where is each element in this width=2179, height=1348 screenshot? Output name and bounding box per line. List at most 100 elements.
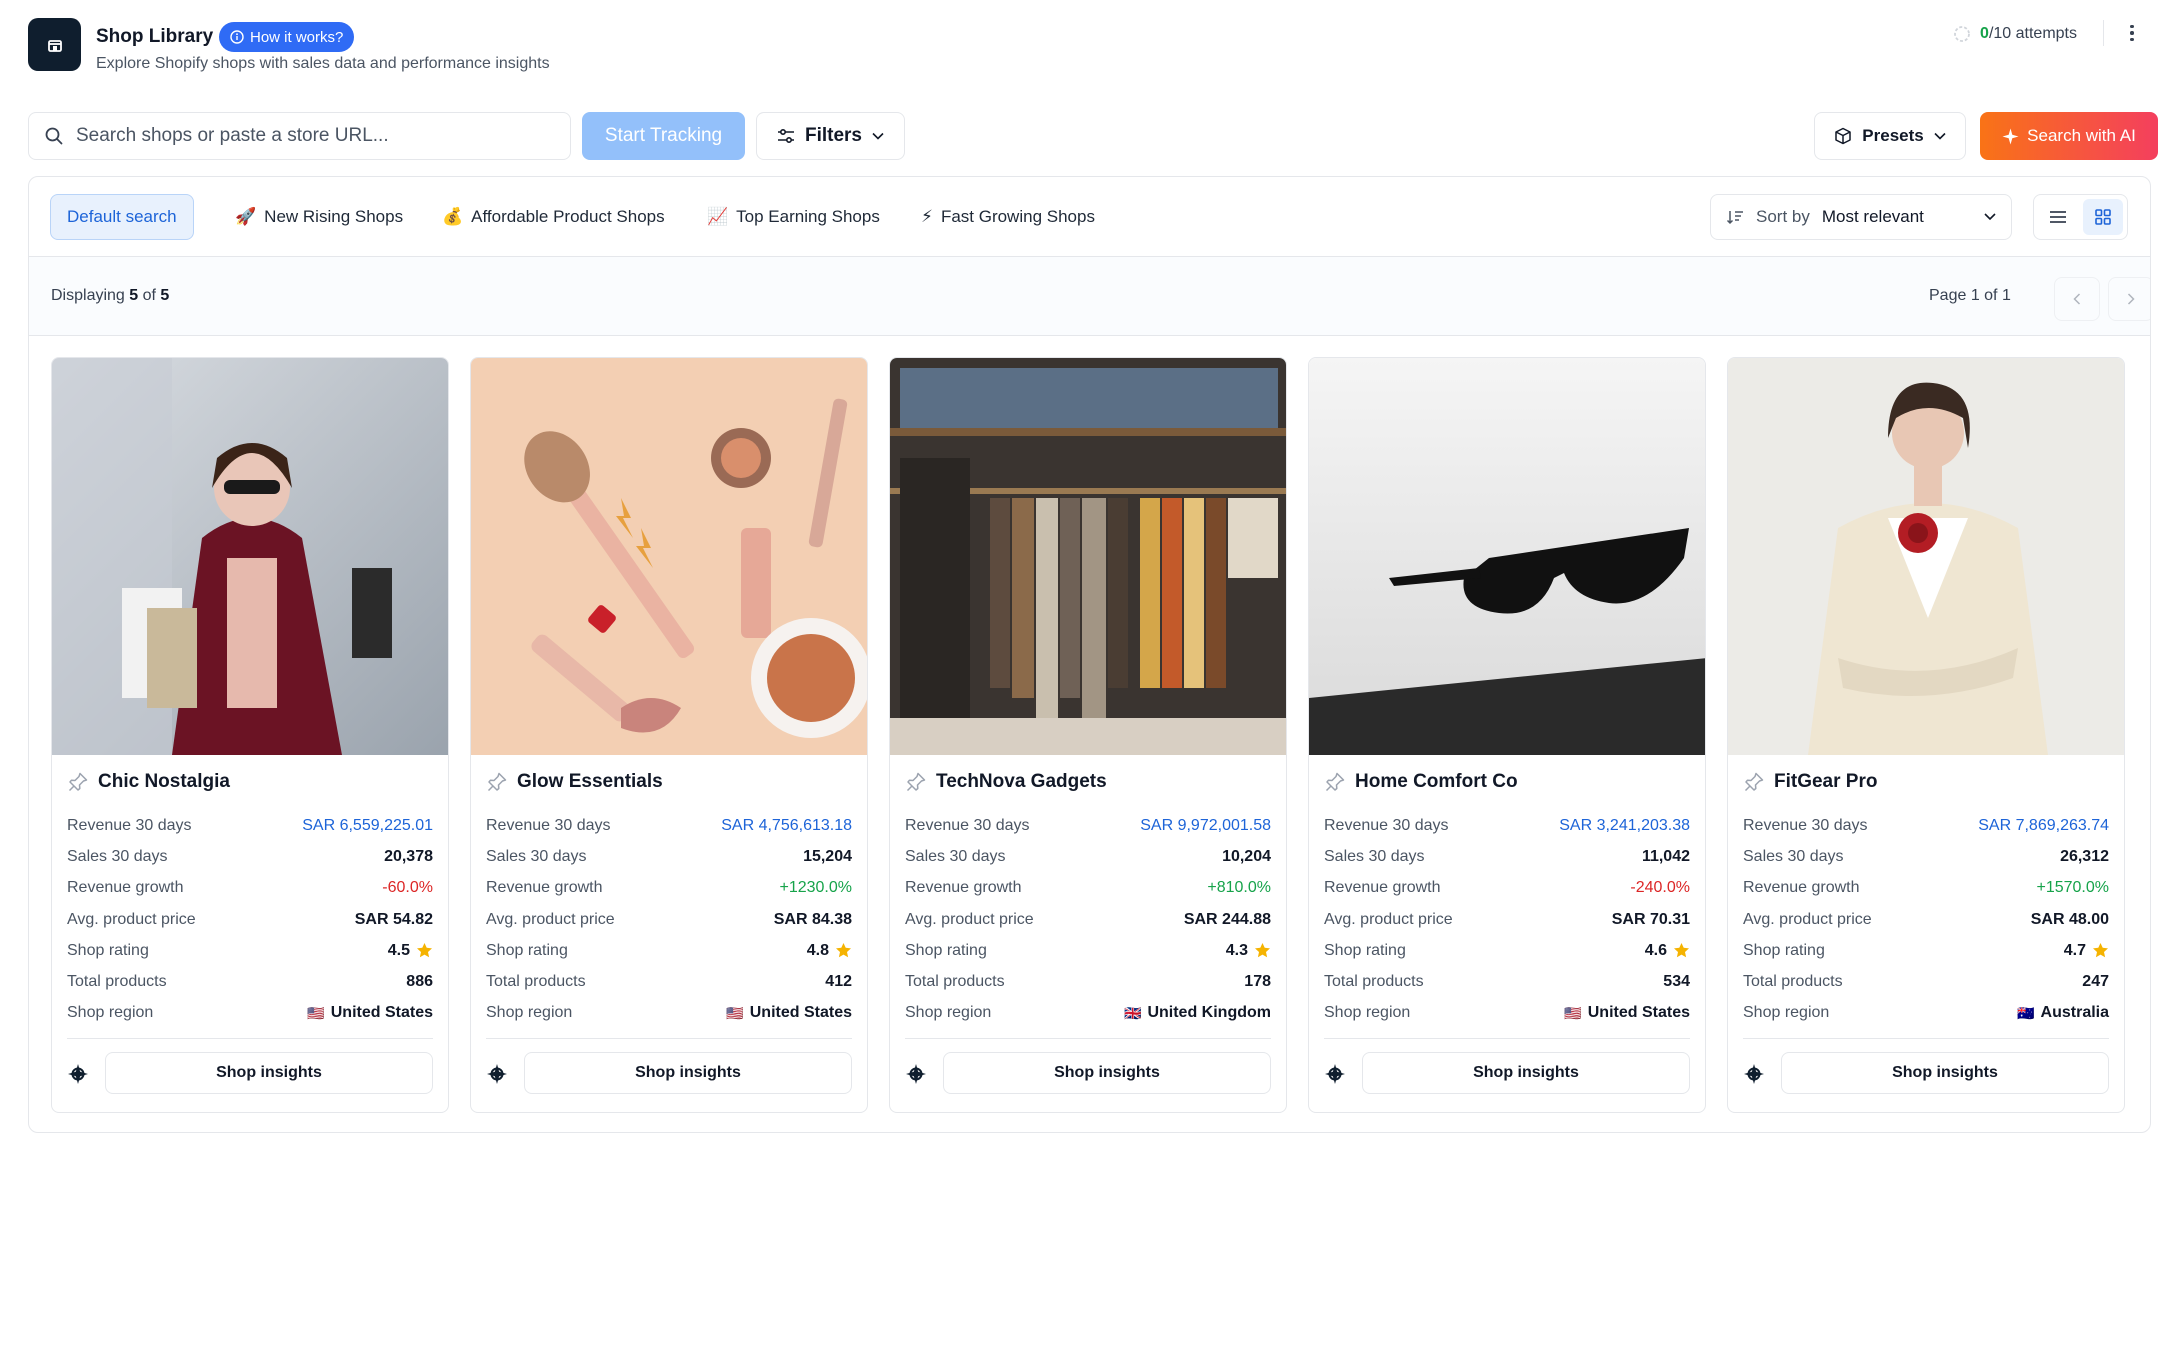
tab-label: Fast Growing Shops: [940, 207, 1095, 226]
card-divider: [1743, 1038, 2109, 1039]
attempts-counter: 0/10 attempts: [1953, 22, 2077, 46]
card-divider: [486, 1038, 852, 1039]
tab-label: Top Earning Shops: [736, 207, 880, 226]
shop-insights-button[interactable]: Shop insights: [1781, 1052, 2109, 1094]
sort-dropdown[interactable]: Sort by Most relevant: [1710, 194, 2012, 240]
tab-label: Affordable Product Shops: [471, 207, 665, 226]
stat-revenue: Revenue 30 days SAR 9,972,001.58: [905, 816, 1271, 834]
results-info-bar: Displaying 5 of 5 Page 1 of 1: [29, 257, 2150, 336]
stat-sales: Sales 30 days 10,204: [905, 847, 1271, 865]
compass-icon[interactable]: [1743, 1063, 1765, 1085]
shop-insights-button[interactable]: Shop insights: [943, 1052, 1271, 1094]
shop-insights-button[interactable]: Shop insights: [1362, 1052, 1690, 1094]
search-input[interactable]: [76, 125, 556, 147]
shop-name[interactable]: Home Comfort Co: [1355, 771, 1518, 793]
chevron-right-icon: [2127, 293, 2135, 305]
flag-icon: 🇦🇺: [2017, 1004, 2035, 1021]
star-icon: [417, 943, 432, 958]
shop-stats: Revenue 30 days SAR 6,559,225.01 Sales 30…: [67, 810, 433, 1029]
shop-card-2[interactable]: Glow Essentials Revenue 30 days SAR 4,756…: [470, 357, 868, 1113]
preset-tabs: Default search 🚀 New Rising Shops 💰 Affo…: [29, 177, 2150, 257]
compass-icon[interactable]: [905, 1063, 927, 1085]
shop-card-5[interactable]: FitGear Pro Revenue 30 days SAR 7,869,263…: [1727, 357, 2125, 1113]
next-page-button[interactable]: [2108, 277, 2150, 321]
pin-icon[interactable]: [1324, 771, 1346, 793]
sort-label: Sort by: [1756, 207, 1810, 226]
stat-revenue: Revenue 30 days SAR 3,241,203.38: [1324, 816, 1690, 834]
compass-icon[interactable]: [1324, 1063, 1346, 1085]
grid-view-button[interactable]: [2082, 199, 2123, 235]
chevron-down-icon: [872, 132, 884, 140]
stat-growth: Revenue growth -60.0%: [67, 879, 433, 897]
card-divider: [905, 1038, 1271, 1039]
search-bar[interactable]: [28, 112, 571, 160]
stat-sales: Sales 30 days 15,204: [486, 847, 852, 865]
attempts-total: /10 attempts: [1988, 25, 2077, 42]
compass-icon[interactable]: [67, 1063, 89, 1085]
chevron-down-icon: [1934, 132, 1946, 140]
stat-avg-price: Avg. product price SAR 84.38: [486, 910, 852, 928]
pin-icon[interactable]: [1743, 771, 1765, 793]
view-toggle: [2033, 194, 2128, 240]
shop-icon: [47, 39, 62, 52]
shop-name[interactable]: TechNova Gadgets: [936, 771, 1107, 793]
tab-label: Default search: [67, 207, 177, 226]
chevron-down-icon: [1984, 213, 1996, 221]
flag-icon: 🇺🇸: [726, 1004, 744, 1021]
pin-icon[interactable]: [67, 771, 89, 793]
compass-icon[interactable]: [486, 1063, 508, 1085]
sliders-icon: [777, 128, 794, 144]
filters-label: Filters: [804, 125, 863, 146]
presets-label: Presets: [1862, 126, 1924, 145]
shop-insights-button[interactable]: Shop insights: [105, 1052, 433, 1094]
card-divider: [67, 1038, 433, 1039]
shop-card-3[interactable]: TechNova Gadgets Revenue 30 days SAR 9,97…: [889, 357, 1287, 1113]
shop-card-1[interactable]: Chic Nostalgia Revenue 30 days SAR 6,559,…: [51, 357, 449, 1113]
shop-name[interactable]: Glow Essentials: [517, 771, 663, 793]
grid-icon: [2094, 209, 2111, 225]
stat-growth: Revenue growth +1230.0%: [486, 879, 852, 897]
presets-button[interactable]: Presets: [1814, 112, 1966, 160]
page-indicator: Page 1 of 1: [1929, 287, 2011, 304]
page-title: Shop Library: [96, 26, 214, 47]
chart-up-icon: 📈: [707, 207, 729, 226]
filters-button[interactable]: Filters: [756, 112, 905, 160]
shop-card-4[interactable]: Home Comfort Co Revenue 30 days SAR 3,241…: [1308, 357, 1706, 1113]
sort-icon: [1726, 211, 1743, 225]
app-logo: [28, 18, 81, 71]
tab-fast-growing-shops[interactable]: ⚡ Fast Growing Shops: [905, 194, 1111, 240]
page-subtitle: Explore Shopify shops with sales data an…: [96, 55, 550, 72]
shown-count: 5: [129, 287, 139, 304]
shop-name[interactable]: Chic Nostalgia: [98, 771, 230, 793]
list-icon: [2050, 211, 2067, 223]
flag-icon: 🇺🇸: [307, 1004, 325, 1021]
stat-rating: Shop rating 4.7: [1743, 935, 2109, 966]
shop-name-row: Home Comfort Co: [1324, 771, 1518, 793]
search-with-ai-button[interactable]: Search with AI: [1980, 112, 2158, 160]
attempts-used: 0: [1980, 25, 1989, 42]
shop-name[interactable]: FitGear Pro: [1774, 771, 1877, 793]
shop-stats: Revenue 30 days SAR 4,756,613.18 Sales 30…: [486, 810, 852, 1029]
stat-products: Total products 178: [905, 973, 1271, 991]
stat-avg-price: Avg. product price SAR 244.88: [905, 910, 1271, 928]
rocket-icon: 🚀: [235, 207, 257, 226]
how-it-works-button[interactable]: How it works?: [219, 22, 355, 52]
tab-default-search[interactable]: Default search: [50, 194, 194, 240]
prev-page-button[interactable]: [2054, 277, 2100, 321]
more-options-icon[interactable]: [2121, 18, 2143, 48]
shop-name-row: FitGear Pro: [1743, 771, 1877, 793]
pin-icon[interactable]: [486, 771, 508, 793]
stat-region: Shop region 🇬🇧 United Kingdom: [905, 1004, 1271, 1022]
start-tracking-button[interactable]: Start Tracking: [582, 112, 745, 160]
tab-top-earning-shops[interactable]: 📈 Top Earning Shops: [691, 194, 896, 240]
tab-affordable-product-shops[interactable]: 💰 Affordable Product Shops: [426, 194, 681, 240]
stat-revenue: Revenue 30 days SAR 4,756,613.18: [486, 816, 852, 834]
how-it-works-label: How it works?: [250, 28, 344, 46]
stat-avg-price: Avg. product price SAR 48.00: [1743, 910, 2109, 928]
card-divider: [1324, 1038, 1690, 1039]
shop-insights-button[interactable]: Shop insights: [524, 1052, 852, 1094]
tab-new-rising-shops[interactable]: 🚀 New Rising Shops: [219, 194, 419, 240]
list-view-button[interactable]: [2038, 199, 2079, 235]
star-icon: [836, 943, 851, 958]
pin-icon[interactable]: [905, 771, 927, 793]
